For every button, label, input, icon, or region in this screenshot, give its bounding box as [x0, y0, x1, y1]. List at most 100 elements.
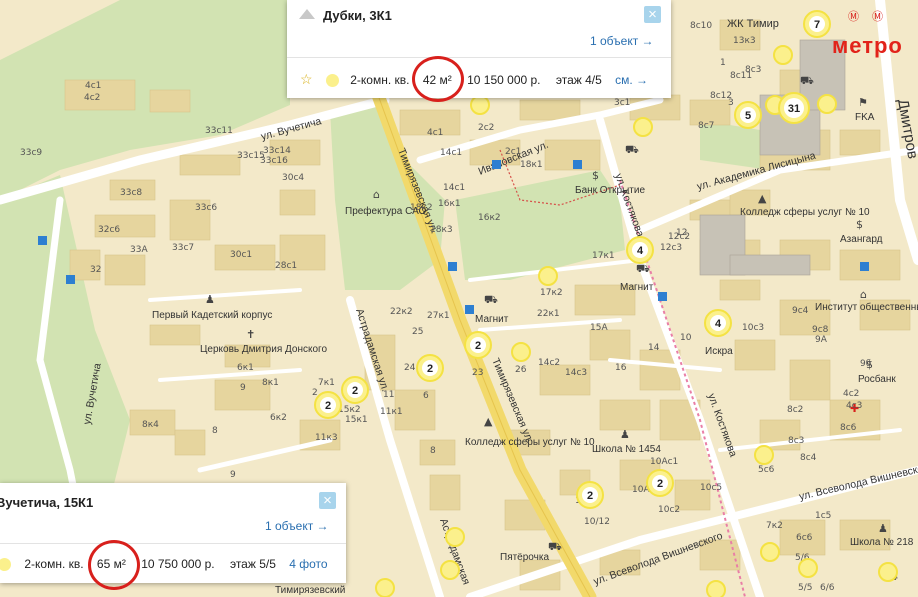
- svg-text:3с1: 3с1: [614, 98, 630, 108]
- svg-text:3: 3: [728, 98, 734, 108]
- star-icon[interactable]: ☆: [300, 71, 313, 88]
- svg-text:6с6: 6с6: [796, 533, 813, 543]
- listing-marker[interactable]: [511, 342, 531, 362]
- objects-link[interactable]: 1 объект →: [590, 34, 654, 48]
- poi-institute: Институт общественных зданий: [815, 301, 918, 313]
- svg-text:33с6: 33с6: [195, 203, 217, 213]
- svg-text:30с4: 30с4: [282, 173, 304, 183]
- poi-school-218: Школа № 218: [850, 537, 914, 548]
- svg-text:33А: 33А: [130, 245, 148, 255]
- svg-text:4с1: 4с1: [427, 128, 443, 138]
- close-button[interactable]: ×: [644, 6, 661, 23]
- svg-text:9с4: 9с4: [792, 306, 809, 316]
- svg-text:14: 14: [648, 343, 660, 353]
- svg-text:14с1: 14с1: [440, 148, 462, 158]
- svg-text:23: 23: [472, 368, 483, 378]
- popup-title: Дубки, 3К1: [323, 8, 392, 23]
- listing-marker[interactable]: [445, 527, 465, 547]
- svg-text:33с14: 33с14: [263, 146, 291, 156]
- svg-text:11к3: 11к3: [315, 433, 338, 443]
- close-button[interactable]: ×: [319, 492, 336, 509]
- listing-marker[interactable]: [773, 45, 793, 65]
- svg-text:5с6: 5с6: [758, 465, 775, 475]
- listing-rooms: 2-комн. кв.: [24, 557, 84, 571]
- svg-text:33с8: 33с8: [120, 188, 142, 198]
- listing-row[interactable]: 2-комн. кв. 65 м² 10 750 000 р. этаж 5/5…: [0, 557, 328, 572]
- svg-text:32с6: 32с6: [98, 225, 120, 235]
- listing-popup-top[interactable]: Дубки, 3К1 × 1 объект → ☆ 2-комн. кв. 42…: [287, 0, 671, 98]
- svg-text:14с1: 14с1: [443, 183, 465, 193]
- school-icon: ♟: [620, 428, 630, 441]
- svg-text:12с3: 12с3: [660, 243, 682, 253]
- pin-icon: [299, 9, 315, 19]
- svg-text:4с3: 4с3: [846, 401, 862, 411]
- bank-icon: $: [592, 169, 599, 182]
- svg-text:27к1: 27к1: [427, 311, 450, 321]
- cluster-count: 2: [427, 363, 433, 375]
- listing-floor: этаж 5/5: [229, 557, 276, 571]
- shop-icon: ⛟: [636, 262, 650, 275]
- cluster-count: 4: [715, 318, 722, 330]
- poi-magnit: Магнит: [620, 282, 654, 293]
- objects-link[interactable]: 1 объект →: [265, 519, 329, 533]
- listing-marker[interactable]: [375, 578, 395, 597]
- listing-rooms: 2-комн. кв.: [350, 73, 410, 87]
- poi-fka: FKA: [855, 112, 875, 123]
- listing-popup-bottom[interactable]: Вучетича, 15К1 × 1 объект → 2-комн. кв. …: [0, 483, 346, 583]
- marker-dot-icon: [0, 558, 11, 572]
- svg-text:17к1: 17к1: [592, 251, 615, 261]
- poi-school-1454: Школа № 1454: [592, 444, 661, 455]
- svg-text:8к4: 8к4: [142, 420, 159, 430]
- svg-text:8: 8: [430, 446, 436, 456]
- svg-text:6/6: 6/6: [820, 583, 835, 593]
- building-icon: ⌂: [373, 188, 380, 201]
- more-link[interactable]: см. →: [615, 73, 648, 87]
- svg-text:30с1: 30с1: [230, 250, 252, 260]
- listing-marker[interactable]: [760, 542, 780, 562]
- shop-icon: ⛟: [625, 143, 639, 156]
- listing-area: 42 м²: [422, 73, 452, 87]
- svg-text:16к1: 16к1: [438, 199, 461, 209]
- poi-college: Колледж сферы услуг № 10: [740, 206, 870, 218]
- svg-text:9: 9: [240, 383, 246, 393]
- svg-text:26: 26: [515, 365, 527, 375]
- listing-floor: этаж 4/5: [555, 73, 602, 87]
- cluster-count: 2: [657, 478, 663, 490]
- svg-text:2: 2: [312, 388, 318, 398]
- listing-marker[interactable]: [633, 117, 653, 137]
- metro-icon: Ⓜ: [872, 10, 883, 23]
- svg-text:16: 16: [615, 363, 627, 373]
- svg-text:8к1: 8к1: [262, 378, 279, 388]
- poi-pyaterochka: Пятёрочка: [500, 552, 549, 563]
- svg-text:13к3: 13к3: [733, 36, 756, 46]
- sport-icon: ⚑: [858, 96, 868, 109]
- listing-marker[interactable]: [878, 562, 898, 582]
- svg-text:1с5: 1с5: [815, 511, 831, 521]
- svg-text:18к1: 18к1: [520, 160, 543, 170]
- svg-text:8с4: 8с4: [800, 453, 817, 463]
- svg-text:22к2: 22к2: [390, 307, 413, 317]
- listing-marker[interactable]: [706, 580, 726, 597]
- svg-text:9б: 9б: [860, 359, 872, 369]
- svg-text:18к2: 18к2: [410, 203, 433, 213]
- svg-text:14с3: 14с3: [565, 368, 587, 378]
- svg-text:8с3: 8с3: [745, 65, 761, 75]
- shop-icon: ⛟: [484, 293, 498, 306]
- svg-text:25: 25: [412, 327, 423, 337]
- listing-marker[interactable]: [440, 560, 460, 580]
- brand-logo: метро: [832, 33, 903, 58]
- cluster-count: 2: [475, 340, 481, 352]
- church-icon: ✝: [246, 328, 255, 341]
- listing-marker[interactable]: [754, 445, 774, 465]
- svg-text:11к1: 11к1: [380, 407, 403, 417]
- cluster-count: 7: [814, 19, 820, 31]
- svg-text:33с11: 33с11: [205, 126, 233, 136]
- listing-marker[interactable]: [817, 94, 837, 114]
- listing-marker[interactable]: [470, 95, 490, 115]
- listing-marker[interactable]: [798, 558, 818, 578]
- popup-title: Вучетича, 15К1: [0, 495, 94, 510]
- svg-text:8: 8: [212, 426, 218, 436]
- photos-link[interactable]: 4 фото: [289, 557, 327, 571]
- listing-marker[interactable]: [538, 266, 558, 286]
- listing-row[interactable]: ☆ 2-комн. кв. 42 м² 10 150 000 р. этаж 4…: [300, 71, 648, 88]
